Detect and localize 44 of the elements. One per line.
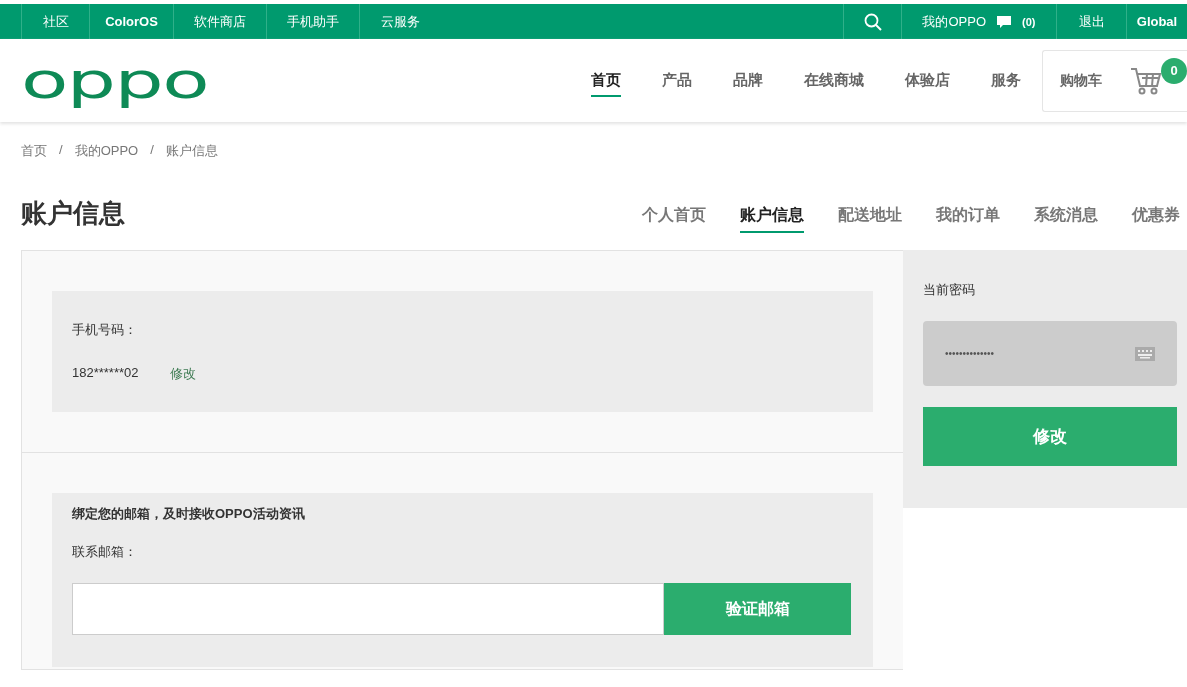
breadcrumb-link[interactable]: 首页 — [21, 142, 47, 160]
top-nav-link[interactable]: 社区 — [21, 4, 89, 39]
message-count: (0) — [1022, 15, 1036, 28]
edit-link[interactable]: 修改 — [169, 365, 196, 383]
breadcrumb-separator: / — [150, 142, 154, 159]
top-nav-link[interactable]: 软件商店 — [173, 4, 266, 39]
keyboard-icon[interactable] — [1135, 346, 1155, 361]
nav-link[interactable]: 体验店 — [905, 64, 950, 97]
account-tab[interactable]: 账户信息 — [740, 199, 804, 233]
password-label: 当前密码 — [923, 281, 976, 299]
logo[interactable]: oppo — [21, 55, 316, 106]
account-tab[interactable]: 优惠券 — [1132, 199, 1180, 233]
account-tab[interactable]: 个人首页 — [642, 199, 706, 233]
verify-email-button[interactable]: 验证邮箱 — [664, 583, 851, 635]
top-nav-link[interactable]: 退出 — [1056, 4, 1126, 39]
top-nav-link[interactable]: 云服务 — [359, 4, 440, 39]
account-link[interactable]: 我的OPPO — [922, 12, 987, 31]
email-notice: 绑定您的邮箱，及时接收OPPO活动资讯 — [72, 505, 306, 523]
top-nav-link[interactable]: ColorOS — [89, 4, 173, 39]
account-tab[interactable]: 我的订单 — [936, 199, 1000, 233]
nav-link[interactable]: 品牌 — [733, 64, 763, 97]
account-tab[interactable]: 配送地址 — [838, 199, 902, 233]
account-tab[interactable]: 系统消息 — [1034, 199, 1098, 233]
email-field[interactable] — [72, 583, 664, 635]
phone-label: 手机号码： — [72, 321, 138, 339]
phone-number: 182******02 — [72, 365, 139, 382]
cart-icon — [1130, 65, 1162, 96]
top-nav-link[interactable]: 手机助手 — [266, 4, 359, 39]
nav-link[interactable]: 产品 — [662, 64, 692, 97]
cart-button[interactable]: 购物车 0 — [1042, 49, 1187, 112]
nav-link[interactable]: 首页 — [591, 64, 621, 97]
breadcrumb-link[interactable]: 我的OPPO — [74, 142, 139, 160]
breadcrumb-link[interactable]: 账户信息 — [165, 142, 218, 160]
message-icon[interactable] — [996, 14, 1013, 29]
nav-link[interactable]: 在线商城 — [804, 64, 864, 97]
breadcrumb-separator: / — [59, 142, 63, 159]
nav-link[interactable]: 服务 — [991, 64, 1021, 97]
top-nav-link[interactable]: Global — [1126, 4, 1187, 39]
page-title: 账户信息 — [21, 196, 125, 230]
cart-count-badge: 0 — [1161, 57, 1187, 84]
email-label: 联系邮箱： — [72, 543, 138, 561]
password-field[interactable]: •••••••••••••• — [923, 321, 1177, 386]
change-password-button[interactable]: 修改 — [923, 407, 1177, 466]
search-icon — [863, 12, 882, 31]
